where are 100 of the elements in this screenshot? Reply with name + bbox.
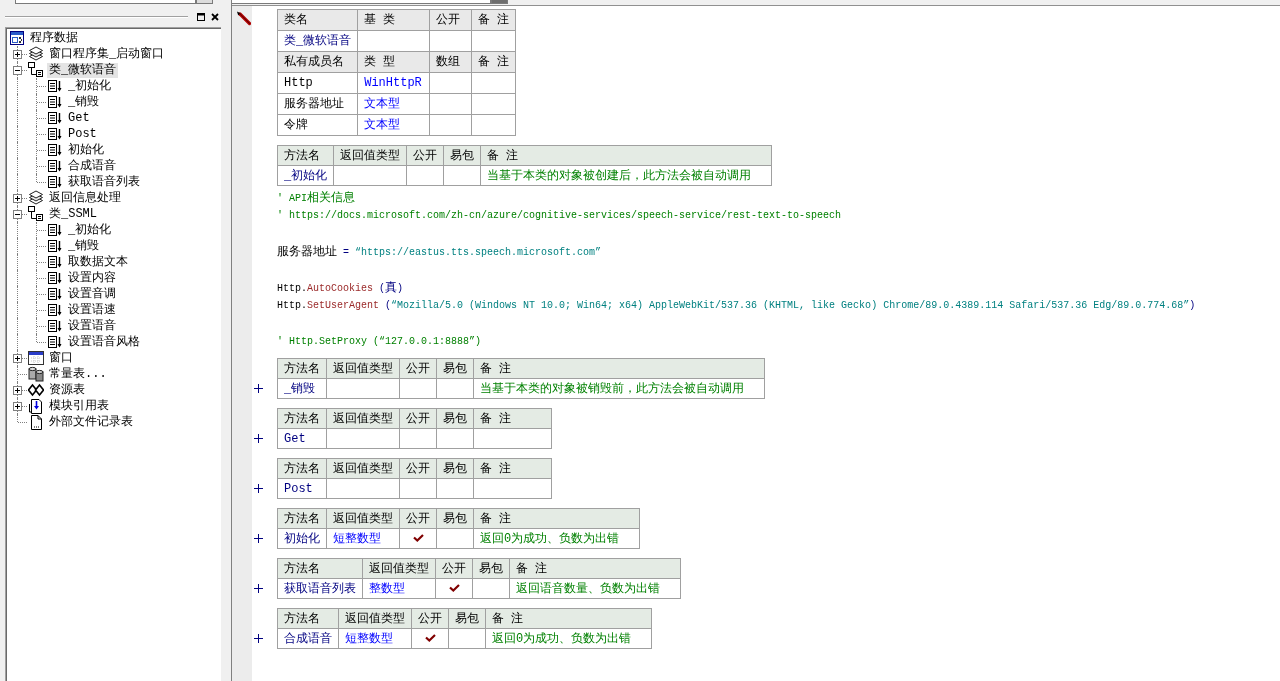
check-icon[interactable] (424, 634, 436, 643)
column-header: 方法名 (277, 558, 363, 579)
expand-icon[interactable] (254, 384, 263, 393)
code-line: ' https://docs.microsoft.com/zh-cn/azure/cognitive-services/speech-service/rest-text-to-speech (277, 209, 843, 223)
check-icon[interactable] (448, 584, 460, 593)
list-arrow-icon (47, 286, 63, 302)
collapse-icon[interactable] (13, 66, 22, 75)
tree-item[interactable]: 外部文件记录表 (47, 414, 135, 430)
table-cell: 服务器地址 (277, 93, 358, 115)
column-header: 备 注 (473, 458, 552, 479)
table-cell: 短整数型 (338, 628, 412, 649)
table-cell: _初始化 (277, 165, 334, 186)
tree-item[interactable]: 合成语音 (66, 158, 118, 174)
code-line: 服务器地址 = “https://eastus.tts.speech.microsoft.com” (277, 244, 603, 261)
tree-item[interactable]: Get (66, 110, 92, 126)
tree-item[interactable]: 常量表... (47, 366, 109, 382)
table-cell: Get (277, 428, 327, 449)
expand-icon[interactable] (254, 534, 263, 543)
tree-item[interactable]: _初始化 (66, 222, 114, 238)
tree-item[interactable]: 获取语音列表 (66, 174, 142, 190)
column-header: 备 注 (509, 558, 681, 579)
table-cell: 初始化 (277, 528, 327, 549)
tree-item[interactable]: 程序数据 (28, 30, 80, 46)
list-arrow-icon (47, 222, 63, 238)
tree-item[interactable]: 设置内容 (66, 270, 118, 286)
column-header: 易包 (443, 145, 481, 166)
column-header: 方法名 (277, 408, 327, 429)
column-header: 返回值类型 (326, 508, 400, 529)
tree-item[interactable]: 窗口程序集_启动窗口 (47, 46, 167, 62)
tree-item[interactable]: 设置语音风格 (66, 334, 142, 350)
tree-item[interactable]: 设置音调 (66, 286, 118, 302)
table-cell: Http (277, 72, 358, 94)
diamonds-icon (28, 382, 44, 398)
tree-item[interactable]: Post (66, 126, 99, 142)
column-header: 公开 (429, 9, 472, 31)
list-arrow-icon (47, 238, 63, 254)
column-header: 私有成员名 (277, 51, 358, 73)
column-header: 公开 (399, 508, 437, 529)
code-line: Http.SetUserAgent (“Mozilla/5.0 (Windows NT 10.0; Win64; x64) AppleWebKit/537.36 (KHTML, like Gecko) Chrome/89.0.4389.114 Safari/537.36 Edg/89.0.774.68”) (277, 299, 1197, 313)
list-arrow-icon (47, 158, 63, 174)
list-arrow-icon (47, 270, 63, 286)
list-arrow-icon (47, 142, 63, 158)
expand-icon[interactable] (13, 50, 22, 59)
document-arrow-icon (28, 398, 44, 414)
dropdown-button[interactable] (196, 0, 213, 4)
tree-item[interactable]: 设置语音 (66, 318, 118, 334)
tree-item[interactable]: 类_SSML (47, 206, 99, 222)
column-header: 返回值类型 (338, 608, 412, 629)
dropdown-field[interactable] (15, 0, 196, 4)
table-cell: 类_微软语音 (277, 30, 358, 52)
expand-icon[interactable] (254, 434, 263, 443)
collapse-icon[interactable] (13, 210, 22, 219)
expand-icon[interactable] (13, 386, 22, 395)
expand-icon[interactable] (254, 634, 263, 643)
tree-item[interactable]: 设置语速 (66, 302, 118, 318)
tree-item[interactable]: 取数据文本 (66, 254, 130, 270)
column-header: 备 注 (473, 508, 640, 529)
table-cell: Post (277, 478, 327, 499)
column-header: 方法名 (277, 458, 327, 479)
expand-icon[interactable] (13, 402, 22, 411)
expand-icon[interactable] (254, 484, 263, 493)
table-cell: 返回0为成功、负数为出错 (473, 528, 640, 549)
column-header: 易包 (436, 358, 474, 379)
table-cell: WinHttpR (357, 72, 430, 94)
list-arrow-icon (47, 318, 63, 334)
table-cell: 令牌 (277, 114, 358, 136)
code-line: Http.AutoCookies (真) (277, 280, 405, 297)
tree-item[interactable]: _销毁 (66, 238, 102, 254)
expand-icon[interactable] (13, 194, 22, 203)
column-header: 返回值类型 (326, 358, 400, 379)
dropdown-field[interactable] (232, 0, 491, 4)
table-cell: 获取语音列表 (277, 578, 363, 599)
table-cell: 合成语音 (277, 628, 339, 649)
square-icon[interactable] (196, 11, 206, 22)
column-header: 类名 (277, 9, 358, 31)
tree-item[interactable]: 资源表 (47, 382, 87, 398)
list-arrow-icon (47, 254, 63, 270)
column-header: 方法名 (277, 508, 327, 529)
check-icon[interactable] (412, 534, 424, 543)
table-cell: _销毁 (277, 378, 327, 399)
tree-item[interactable]: 类_微软语音 (47, 62, 119, 78)
stacked-layers-icon (28, 190, 44, 206)
list-arrow-icon (47, 174, 63, 190)
close-icon[interactable] (210, 11, 220, 22)
tree-item[interactable]: 返回信息处理 (47, 190, 123, 206)
expand-icon[interactable] (254, 584, 263, 593)
list-arrow-icon (47, 94, 63, 110)
tree-item[interactable]: _初始化 (66, 78, 114, 94)
tree-item[interactable]: _销毁 (66, 94, 102, 110)
class-tree-icon (28, 62, 44, 78)
stacked-layers-icon (28, 46, 44, 62)
table-cell: 返回0为成功、负数为出错 (485, 628, 652, 649)
tree-item[interactable]: 模块引用表 (47, 398, 111, 414)
tree-item[interactable]: 初始化 (66, 142, 106, 158)
column-header: 方法名 (277, 358, 327, 379)
column-header: 公开 (399, 358, 437, 379)
list-arrow-icon (47, 110, 63, 126)
expand-icon[interactable] (13, 354, 22, 363)
tree-item[interactable]: 窗口 (47, 350, 75, 366)
pencil-icon (236, 11, 251, 26)
